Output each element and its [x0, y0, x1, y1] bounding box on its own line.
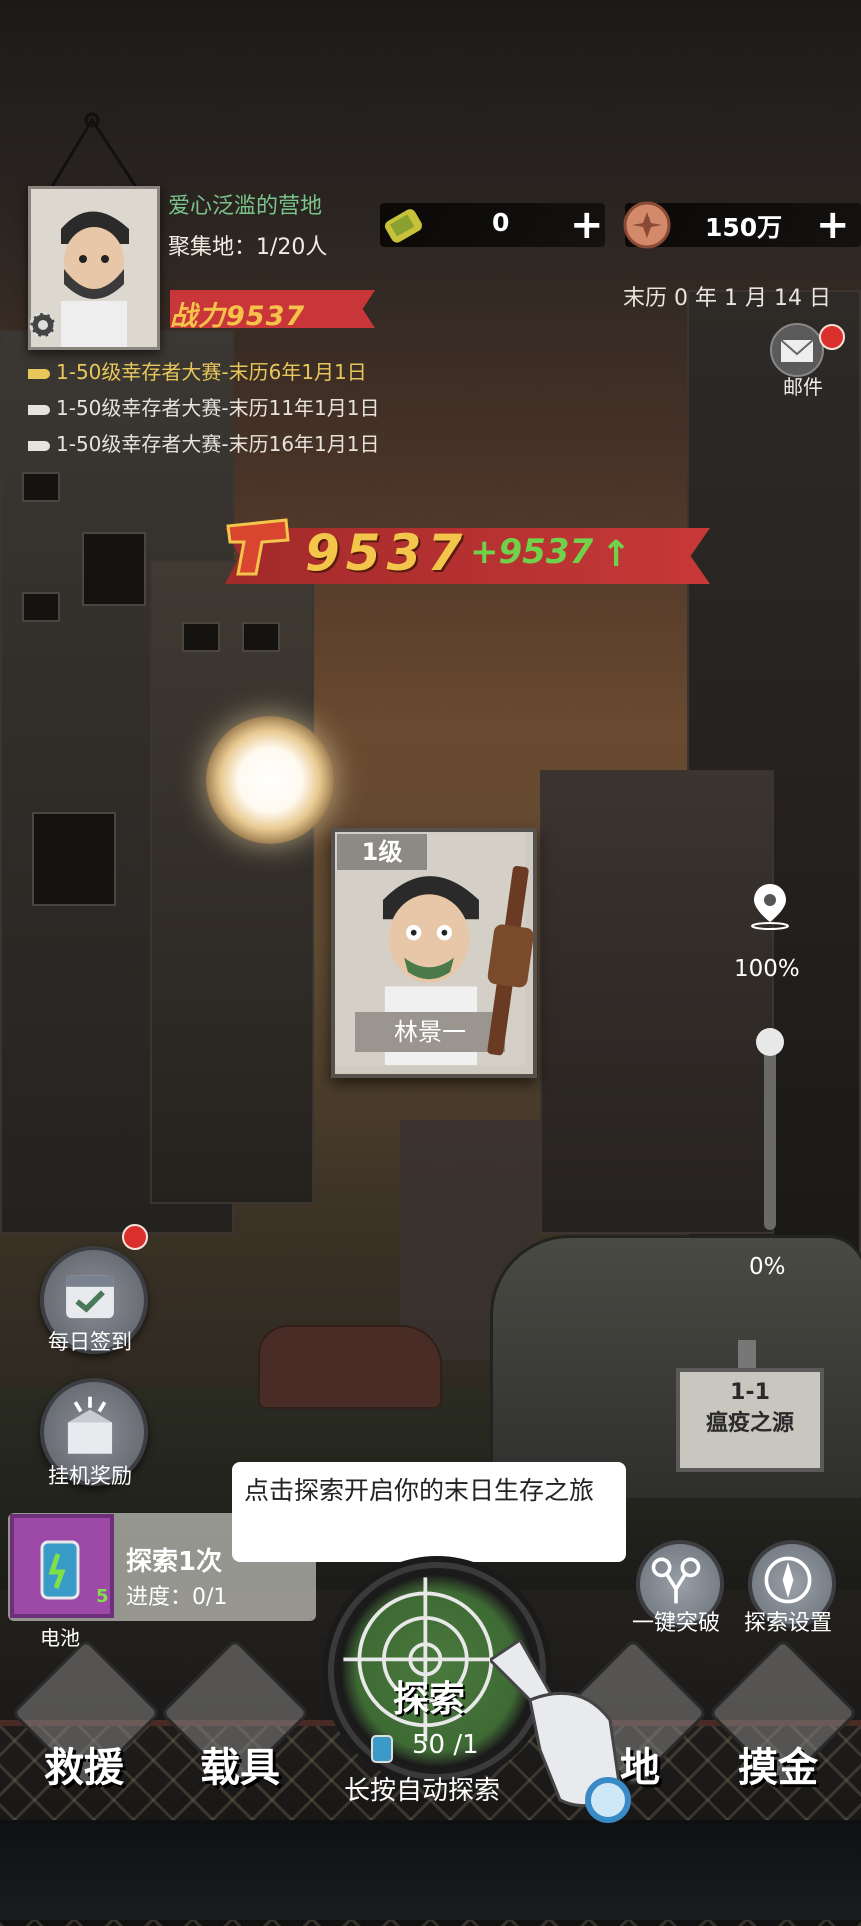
bottom-shadow	[0, 1820, 861, 1920]
event-tag-icon	[28, 368, 50, 379]
stage-sign[interactable]: 1-1 瘟疫之源	[676, 1368, 824, 1472]
mail-label: 邮件	[783, 375, 823, 399]
auto-explore-hint: 长按自动探索	[344, 1776, 501, 1806]
nav-loot[interactable]: 摸金	[738, 1735, 818, 1793]
tutorial-tooltip: 点击探索开启你的末日生存之旅	[232, 1462, 626, 1562]
pistol-icon	[222, 512, 294, 582]
hanging-string	[48, 112, 140, 191]
checkin-notification-dot	[122, 1224, 148, 1250]
progress-slider-track[interactable]	[764, 1030, 776, 1230]
coin-value: 150万	[705, 213, 783, 242]
power-banner-value: 9537	[305, 524, 469, 582]
building-window	[182, 622, 220, 652]
coin-icon	[622, 200, 672, 250]
idle-reward-label: 挂机奖励	[48, 1464, 132, 1488]
event-item[interactable]: 1-50级幸存者大赛-末历16年1月1日	[28, 428, 380, 457]
daily-checkin-label: 每日签到	[48, 1330, 132, 1354]
power-value: 9537	[226, 301, 306, 332]
nav-vehicle[interactable]: 载具	[200, 1735, 280, 1793]
energy-value: 0	[492, 208, 510, 237]
explore-task-progress: 进度：0/1	[126, 1585, 228, 1610]
wrecked-car-back	[258, 1325, 442, 1409]
building-window	[22, 472, 60, 502]
explore-task-title: 探索1次	[126, 1547, 223, 1577]
event-item[interactable]: 1-50级幸存者大赛-末历6年1月1日	[28, 356, 367, 385]
battery-count: 5	[96, 1586, 109, 1607]
ruined-building-mid	[540, 770, 774, 1234]
explore-label: 探索	[393, 1679, 466, 1720]
add-energy-button[interactable]: +	[570, 205, 604, 245]
building-hole	[32, 812, 116, 906]
mail-icon	[770, 323, 824, 377]
event-tag-icon	[28, 440, 50, 451]
mail-button[interactable]	[767, 322, 827, 378]
explore-energy-cost: 50 /1	[412, 1730, 479, 1760]
nav-rescue[interactable]: 救援	[44, 1735, 124, 1793]
mail-notification-dot	[819, 324, 845, 350]
tutorial-hand-pointer-icon	[487, 1637, 640, 1840]
gather-count: 聚集地：1/20人	[168, 235, 328, 260]
building-window	[242, 622, 280, 652]
power-display: 战力9537	[170, 294, 305, 333]
settings-gear-icon[interactable]	[26, 308, 60, 342]
arrow-up-icon: ↑	[601, 534, 632, 575]
character-level: 1级	[337, 834, 427, 870]
battery-label: 电池	[40, 1626, 80, 1650]
camp-name: 爱心泛滥的营地	[168, 194, 323, 219]
power-banner-delta: +9537	[470, 532, 594, 572]
add-coin-button[interactable]: +	[816, 205, 850, 245]
location-pin-icon	[748, 880, 792, 930]
energy-can-icon	[364, 1732, 400, 1766]
explore-settings-label: 探索设置	[743, 1611, 832, 1636]
rifle-icon	[480, 865, 542, 1056]
slider-bottom-label: 0%	[749, 1254, 786, 1280]
building-hole	[82, 532, 146, 606]
glowing-orb[interactable]	[206, 716, 334, 844]
progress-slider-knob[interactable]	[756, 1028, 784, 1056]
battery-can-icon	[378, 200, 428, 250]
game-date: 末历 0 年 1 月 14 日	[623, 286, 831, 311]
building-window	[22, 592, 60, 622]
ruined-building-left-2	[150, 560, 314, 1204]
event-tag-icon	[28, 404, 50, 415]
stage-title: 瘟疫之源	[705, 1411, 794, 1436]
stage-number: 1-1	[730, 1380, 770, 1405]
slider-top-label: 100%	[734, 956, 800, 982]
power-label: 战力	[170, 301, 226, 332]
event-item[interactable]: 1-50级幸存者大赛-末历11年1月1日	[28, 392, 380, 421]
